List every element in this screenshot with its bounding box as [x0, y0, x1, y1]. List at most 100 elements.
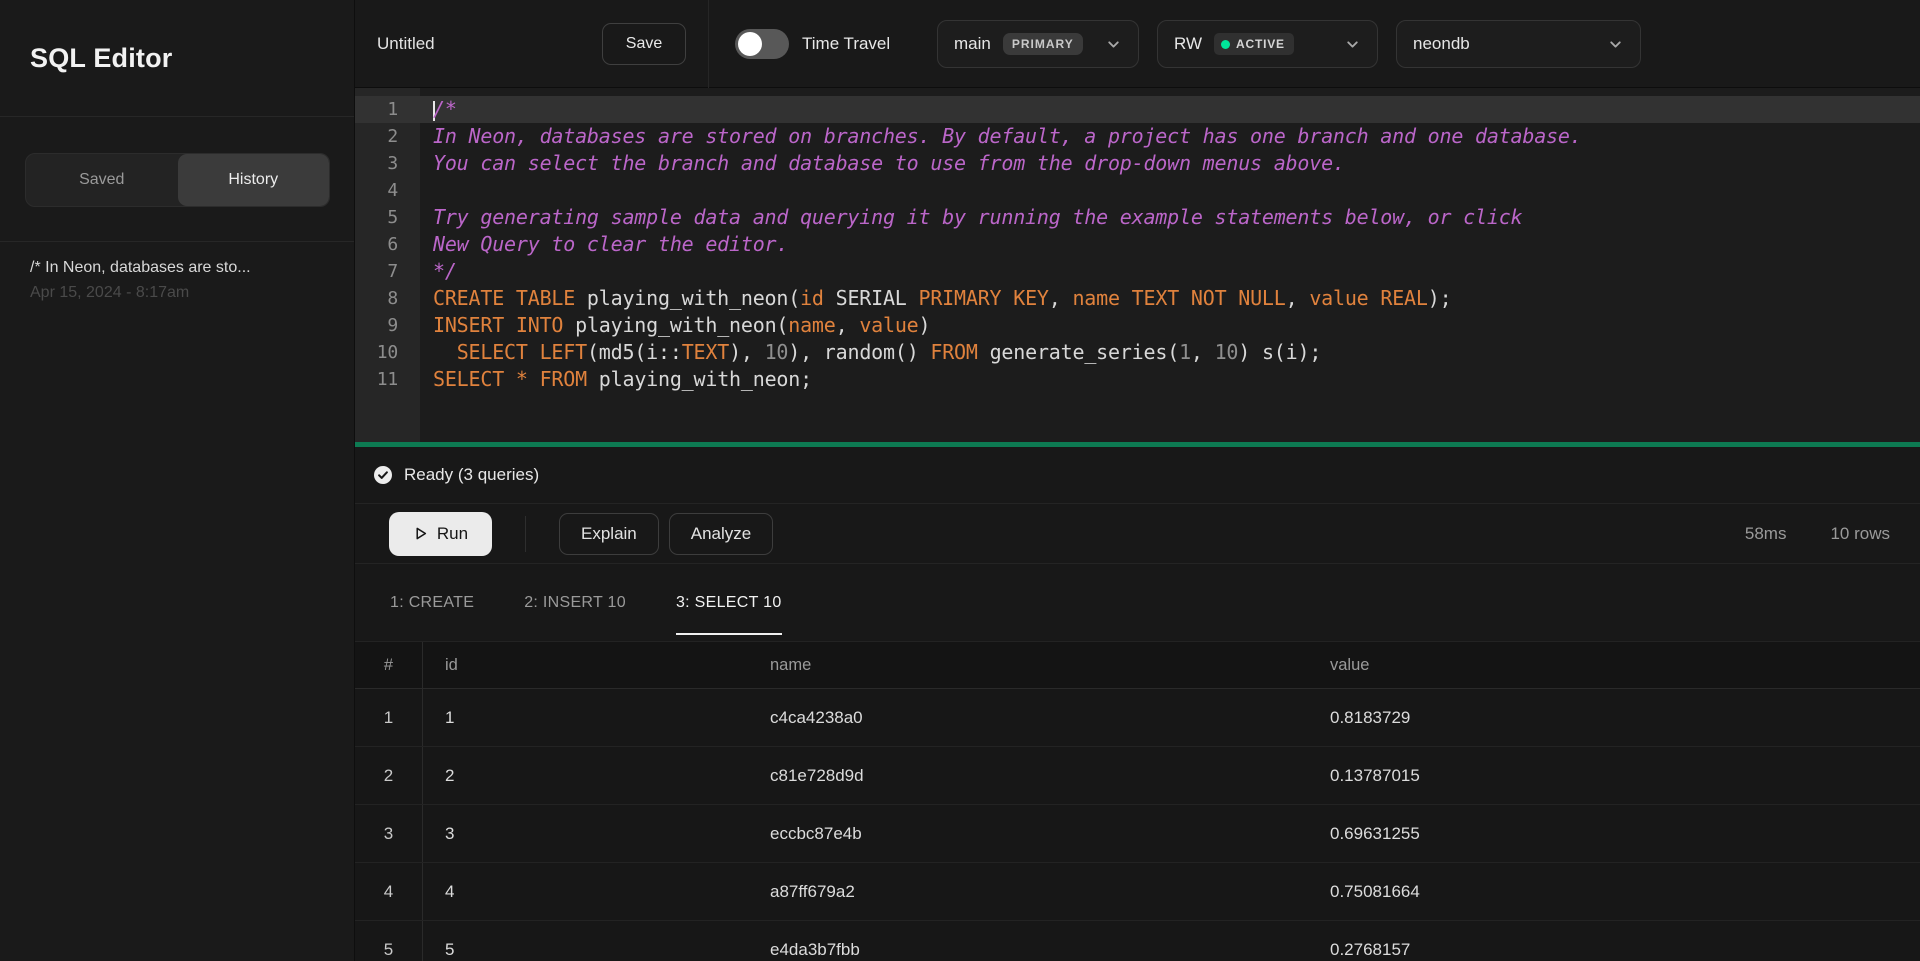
code-line[interactable]: 5Try generating sample data and querying…: [355, 204, 1920, 231]
sql-code-editor[interactable]: 1/*2In Neon, databases are stored on bra…: [355, 88, 1920, 442]
row-number-cell: 3: [355, 805, 423, 862]
code-token: [433, 340, 457, 364]
table-row[interactable]: 44a87ff679a20.75081664: [355, 863, 1920, 921]
sql-editor-app: SQL Editor SavedHistory /* In Neon, data…: [0, 0, 1920, 961]
code-line[interactable]: 7*/: [355, 258, 1920, 285]
run-label: Run: [437, 524, 468, 544]
column-header-value: value: [1308, 656, 1920, 675]
code-token: New Query to clear the editor.: [433, 232, 788, 256]
table-row[interactable]: 22c81e728d9d0.13787015: [355, 747, 1920, 805]
compute-dropdown[interactable]: RW ACTIVE: [1157, 20, 1378, 68]
line-number: 8: [355, 285, 420, 312]
result-tab-2-insert-10[interactable]: 2: INSERT 10: [524, 564, 626, 641]
code-token: [1369, 286, 1381, 310]
code-token: ,: [836, 313, 860, 337]
code-token: );: [1428, 286, 1452, 310]
code-line-text: [420, 177, 433, 204]
code-line[interactable]: 6 New Query to clear the editor.: [355, 231, 1920, 258]
code-line-text: Try generating sample data and querying …: [420, 204, 1522, 231]
code-token: FROM: [540, 367, 587, 391]
history-list-item[interactable]: /* In Neon, databases are sto...Apr 15, …: [0, 242, 354, 302]
code-token: PRIMARY KEY: [919, 286, 1049, 310]
code-token: ,: [1286, 286, 1310, 310]
branch-name: main: [954, 34, 991, 54]
sidebar-tabs-wrap: SavedHistory: [0, 117, 354, 242]
chevron-down-icon: [1607, 36, 1624, 53]
code-line[interactable]: 10 SELECT LEFT(md5(i::TEXT), 10), random…: [355, 339, 1920, 366]
code-line[interactable]: 4: [355, 177, 1920, 204]
code-token: [1179, 286, 1191, 310]
table-cell: 3: [423, 824, 748, 844]
code-token: CREATE TABLE: [433, 286, 575, 310]
code-line[interactable]: 8CREATE TABLE playing_with_neon(id SERIA…: [355, 285, 1920, 312]
code-token: ), random(): [788, 340, 930, 364]
table-cell: 0.8183729: [1308, 708, 1920, 728]
table-cell: 5: [423, 940, 748, 960]
code-line[interactable]: 2In Neon, databases are stored on branch…: [355, 123, 1920, 150]
result-tab-1-create[interactable]: 1: CREATE: [390, 564, 474, 641]
code-line[interactable]: 9INSERT INTO playing_with_neon(name, val…: [355, 312, 1920, 339]
topbar: Untitled Save Time Travel main PRIMARY R…: [355, 0, 1920, 88]
table-cell: 0.75081664: [1308, 882, 1920, 902]
save-button[interactable]: Save: [602, 23, 686, 65]
code-token: LEFT: [540, 340, 587, 364]
code-token: playing_with_neon(: [563, 313, 788, 337]
code-token: 10: [765, 340, 789, 364]
line-number: 4: [355, 177, 420, 204]
code-token: [1120, 286, 1132, 310]
table-row[interactable]: 33eccbc87e4b0.69631255: [355, 805, 1920, 863]
table-cell: 0.69631255: [1308, 824, 1920, 844]
main-panel: Untitled Save Time Travel main PRIMARY R…: [355, 0, 1920, 961]
table-cell: c4ca4238a0: [748, 708, 1308, 728]
table-row[interactable]: 11c4ca4238a00.8183729: [355, 689, 1920, 747]
chevron-down-icon: [1344, 36, 1361, 53]
code-token: name: [788, 313, 835, 337]
database-dropdown[interactable]: neondb: [1396, 20, 1641, 68]
table-cell: 0.2768157: [1308, 940, 1920, 960]
analyze-button[interactable]: Analyze: [669, 513, 773, 555]
row-number-cell: 2: [355, 747, 423, 804]
page-title: SQL Editor: [30, 43, 173, 74]
branch-dropdown[interactable]: main PRIMARY: [937, 20, 1139, 68]
line-number: 6: [355, 231, 420, 258]
result-tab-3-select-10[interactable]: 3: SELECT 10: [676, 564, 782, 641]
table-cell: e4da3b7fbb: [748, 940, 1308, 960]
table-row[interactable]: 55e4da3b7fbb0.2768157: [355, 921, 1920, 961]
code-line[interactable]: 3You can select the branch and database …: [355, 150, 1920, 177]
table-header-row: #idnamevalue: [355, 641, 1920, 689]
line-number: 7: [355, 258, 420, 285]
code-token: /*: [433, 97, 457, 121]
code-token: *: [516, 367, 528, 391]
compute-active-badge: ACTIVE: [1214, 33, 1294, 55]
code-line[interactable]: 11SELECT * FROM playing_with_neon;: [355, 366, 1920, 393]
chevron-down-icon: [1105, 36, 1122, 53]
code-token: In Neon, databases are stored on branche…: [433, 124, 1582, 148]
code-token: SELECT: [433, 367, 504, 391]
status-row: Ready (3 queries): [355, 447, 1920, 504]
column-header-row-number: #: [355, 642, 423, 688]
compute-name: RW: [1174, 34, 1202, 54]
time-travel-toggle[interactable]: [735, 29, 789, 59]
line-number: 10: [355, 339, 420, 366]
sidebar-tab-history[interactable]: History: [178, 154, 330, 206]
history-item-title: /* In Neon, databases are sto...: [30, 259, 324, 277]
code-token: FROM: [930, 340, 977, 364]
table-cell: a87ff679a2: [748, 882, 1308, 902]
code-line-text: */: [420, 258, 457, 285]
toggle-knob-icon: [738, 32, 762, 56]
run-button[interactable]: Run: [389, 512, 492, 556]
sidebar-tab-saved[interactable]: Saved: [26, 154, 178, 206]
status-text: Ready (3 queries): [404, 465, 539, 485]
code-token: TEXT: [682, 340, 729, 364]
code-line[interactable]: 1/*: [355, 96, 1920, 123]
explain-button[interactable]: Explain: [559, 513, 659, 555]
code-token: [504, 367, 516, 391]
code-token: SELECT: [457, 340, 528, 364]
query-row-count: 10 rows: [1830, 524, 1890, 544]
row-number-cell: 5: [355, 921, 423, 961]
code-line-text: In Neon, databases are stored on branche…: [420, 123, 1582, 150]
column-header-id: id: [423, 656, 748, 675]
table-cell: 0.13787015: [1308, 766, 1920, 786]
code-token: ) s(i);: [1238, 340, 1321, 364]
history-list: /* In Neon, databases are sto...Apr 15, …: [0, 242, 354, 302]
